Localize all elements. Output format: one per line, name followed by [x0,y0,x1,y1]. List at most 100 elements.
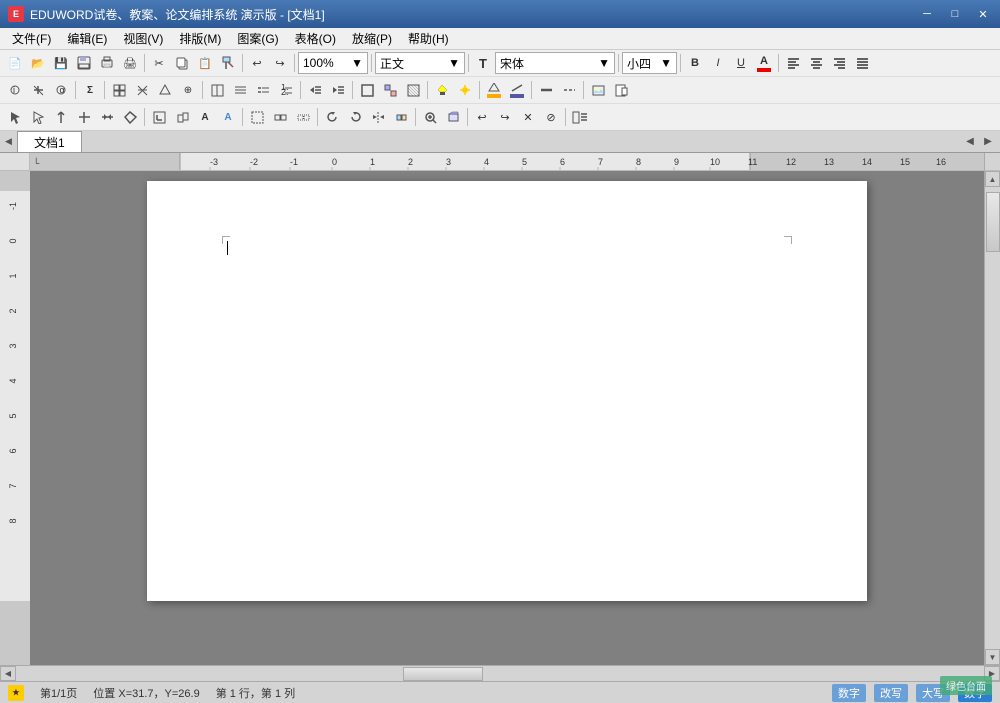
menu-pattern[interactable]: 图案(G) [229,28,286,49]
tab-prev-button[interactable]: ◀ [0,131,18,152]
menu-help[interactable]: 帮助(H) [400,28,457,49]
tb2-line-color[interactable] [506,79,528,101]
align-left-button[interactable] [782,52,804,74]
font-name-dropdown[interactable]: 宋体 ▼ [495,52,615,74]
tb2-formula[interactable]: Σ [79,79,101,101]
font-size-dropdown[interactable]: 小四 ▼ [622,52,677,74]
tb2-dash-style[interactable] [558,79,580,101]
menu-file[interactable]: 文件(F) [4,28,59,49]
scroll-left-button[interactable]: ◀ [0,666,16,681]
menu-layout[interactable]: 排版(M) [171,28,229,49]
tb3-rotate-right[interactable] [344,106,366,128]
font-color-button[interactable]: A [753,52,775,74]
scroll-thumb-v[interactable] [986,192,1000,252]
maximize-button[interactable]: □ [942,3,968,25]
tb2-special3[interactable] [154,79,176,101]
tb3-cursor4[interactable] [119,106,141,128]
tb3-group[interactable] [269,106,291,128]
align-right-button[interactable] [828,52,850,74]
align-justify-button[interactable] [851,52,873,74]
tb3-cancel[interactable]: ⊘ [540,106,562,128]
scroll-thumb-h[interactable] [403,667,483,681]
tb2-fill-color[interactable] [483,79,505,101]
tb2-border2[interactable] [379,79,401,101]
tb3-cursor2[interactable] [73,106,95,128]
cut-button[interactable]: ✂ [148,52,170,74]
scroll-track-h[interactable] [16,666,984,681]
print-preview-button[interactable] [96,52,118,74]
paste-button[interactable]: 📋 [194,52,216,74]
tab-next-action[interactable]: ▶ [980,134,996,150]
document-page[interactable] [147,181,867,601]
close-button[interactable]: ✕ [970,3,996,25]
tb2-num[interactable] [252,79,274,101]
new-button[interactable]: 📄 [4,52,26,74]
status-mode-num[interactable]: 数字 [832,684,866,702]
tb3-textbox[interactable]: A [194,106,216,128]
tb2-3[interactable]: α [50,79,72,101]
tb2-img-insert[interactable] [587,79,609,101]
tb2-special-insert[interactable] [610,79,632,101]
align-center-button[interactable] [805,52,827,74]
save-button[interactable]: 💾 [50,52,72,74]
tb3-cursor3[interactable] [96,106,118,128]
scroll-track-v[interactable] [985,187,1000,649]
tb2-2[interactable] [27,79,49,101]
tb2-insert[interactable]: ⊕ [177,79,199,101]
italic-button[interactable]: I [707,52,729,74]
tb3-mirror[interactable] [390,106,412,128]
tb3-zoom-in[interactable] [419,106,441,128]
tb3-redo2[interactable]: ↪ [494,106,516,128]
menu-edit[interactable]: 编辑(E) [59,28,115,49]
tb3-rotate-left[interactable] [321,106,343,128]
tab-document1[interactable]: 文档1 [18,131,82,152]
tb2-decrease-indent[interactable] [304,79,326,101]
tb3-object[interactable] [442,106,464,128]
tb2-order[interactable]: 1.2. [275,79,297,101]
tb2-sun[interactable] [454,79,476,101]
page-content[interactable] [147,181,867,318]
tb3-ungroup[interactable] [292,106,314,128]
tb3-undo2[interactable]: ↩ [471,106,493,128]
menu-zoom[interactable]: 放缩(P) [344,28,400,49]
open-button[interactable]: 📂 [27,52,49,74]
tb2-highlight[interactable] [431,79,453,101]
tb2-col1[interactable] [206,79,228,101]
tb3-draw1[interactable] [148,106,170,128]
tb3-delete[interactable]: ✕ [517,106,539,128]
tb3-select[interactable] [4,106,26,128]
tb2-col2[interactable] [229,79,251,101]
tb3-flip-h[interactable] [367,106,389,128]
tb2-special2[interactable] [131,79,153,101]
scroll-up-button[interactable]: ▲ [985,171,1000,187]
menu-table[interactable]: 表格(O) [287,28,344,49]
scroll-down-button[interactable]: ▼ [985,649,1000,665]
menu-view[interactable]: 视图(V) [115,28,171,49]
undo-button[interactable]: ↩ [246,52,268,74]
tb2-line-style[interactable] [535,79,557,101]
save-as-button[interactable] [73,52,95,74]
tb3-more[interactable] [569,106,591,128]
status-mode-overwrite[interactable]: 改写 [874,684,908,702]
tb3-scroll[interactable] [27,106,49,128]
tb3-draw2[interactable] [171,106,193,128]
bold-button[interactable]: B [684,52,706,74]
tb2-special1[interactable] [108,79,130,101]
copy-button[interactable] [171,52,193,74]
tb3-wordart[interactable]: A [217,106,239,128]
tb2-border1[interactable] [356,79,378,101]
canvas-area[interactable] [30,171,984,665]
tb3-select-all[interactable] [246,106,268,128]
print-button[interactable]: 🖨 [119,52,141,74]
tab-prev-action[interactable]: ◀ [962,134,978,150]
tb2-shading[interactable] [402,79,424,101]
zoom-dropdown[interactable]: 100% ▼ [298,52,368,74]
tb2-increase-indent[interactable] [327,79,349,101]
redo-button[interactable]: ↪ [269,52,291,74]
format-painter-button[interactable] [217,52,239,74]
tb3-cursor1[interactable] [50,106,72,128]
underline-button[interactable]: U [730,52,752,74]
style-dropdown[interactable]: 正文 ▼ [375,52,465,74]
minimize-button[interactable]: ─ [914,3,940,25]
tb2-1[interactable]: i [4,79,26,101]
